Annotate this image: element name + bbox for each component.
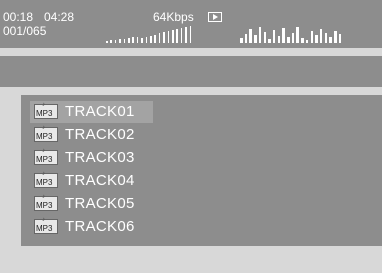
list-item[interactable]: MP3 TRACK04: [30, 170, 310, 192]
mp3-file-icon: MP3: [34, 217, 58, 234]
volume-meter-bar: [145, 36, 148, 43]
mp3-file-icon: MP3: [34, 125, 58, 142]
spectrum-bar: [277, 36, 281, 43]
volume-meter: [106, 25, 196, 43]
info-bar: [0, 56, 382, 87]
volume-meter-bar: [180, 27, 183, 43]
volume-meter-bar: [128, 38, 130, 43]
track-label: TRACK03: [65, 149, 135, 166]
volume-meter-bar: [185, 26, 187, 43]
separator: [0, 48, 382, 56]
volume-meter-bar: [110, 40, 112, 43]
volume-meter-bar: [154, 34, 156, 43]
mp3-file-icon: MP3: [34, 102, 58, 119]
mp3-file-icon: MP3: [34, 171, 58, 188]
spectrum-bar: [244, 34, 248, 43]
volume-meter-bar: [158, 33, 161, 43]
volume-meter-bar: [163, 32, 165, 43]
spectrum-bar: [282, 28, 285, 43]
track-label: TRACK01: [65, 103, 135, 120]
spectrum-bar: [329, 37, 332, 43]
spectrum-bar: [324, 33, 328, 43]
play-icon: [208, 12, 222, 22]
spectrum-bar: [315, 35, 318, 43]
spectrum-bar: [249, 29, 252, 43]
spectrum-bar: [272, 30, 276, 43]
spectrum-bar: [305, 40, 309, 43]
mp3-icon-label: MP3: [36, 109, 53, 118]
track-label: TRACK06: [65, 218, 135, 235]
spectrum-bar: [263, 32, 266, 43]
spectrum-bar: [268, 39, 271, 43]
volume-meter-bar: [167, 31, 170, 43]
volume-meter-bar: [114, 39, 117, 43]
volume-meter-bar: [172, 30, 174, 43]
spectrum-bar: [296, 27, 299, 43]
list-item[interactable]: MP3 TRACK01: [30, 101, 153, 123]
spectrum-bar: [291, 33, 295, 43]
mp3-icon-label: MP3: [36, 201, 53, 210]
track-label: TRACK04: [65, 172, 135, 189]
bitrate: 64Kbps: [153, 10, 194, 24]
track-label: TRACK02: [65, 126, 135, 143]
spectrum-bar: [240, 38, 243, 43]
volume-meter-bar: [141, 37, 143, 43]
volume-meter-bar: [150, 35, 152, 43]
volume-meter-bar: [176, 29, 178, 43]
spectrum-bar: [301, 38, 304, 43]
spectrum-bar: [338, 34, 342, 43]
total-time: 04:28: [44, 10, 75, 24]
list-item[interactable]: MP3 TRACK05: [30, 193, 310, 215]
volume-meter-bar: [106, 41, 108, 43]
mp3-icon-label: MP3: [36, 132, 53, 141]
list-item[interactable]: MP3 TRACK02: [30, 124, 310, 146]
mp3-icon-label: MP3: [36, 224, 53, 233]
track-label: TRACK05: [65, 195, 135, 212]
track-list: MP3 TRACK01 MP3 TRACK02 MP3 TRACK03 MP3 …: [21, 95, 382, 246]
spectrum-bar: [319, 29, 323, 43]
list-item[interactable]: MP3 TRACK03: [30, 147, 310, 169]
volume-meter-bar: [189, 25, 192, 43]
spectrum-bar: [310, 31, 313, 43]
status-bar: 00:18 04:28 64Kbps 001/065: [0, 0, 382, 48]
volume-meter-bar: [123, 38, 126, 43]
list-item[interactable]: MP3 TRACK06: [30, 216, 310, 238]
spectrum-meter: [240, 25, 344, 43]
mp3-icon-label: MP3: [36, 178, 53, 187]
track-counter: 001/065: [3, 24, 47, 38]
spectrum-bar: [287, 37, 290, 43]
mp3-file-icon: MP3: [34, 194, 58, 211]
mp3-icon-label: MP3: [36, 155, 53, 164]
spectrum-bar: [258, 27, 262, 43]
volume-meter-bar: [132, 37, 134, 43]
elapsed-time: 00:18: [3, 10, 34, 24]
volume-meter-bar: [136, 36, 139, 43]
mp3-file-icon: MP3: [34, 148, 58, 165]
volume-meter-bar: [119, 39, 121, 43]
spectrum-bar: [334, 31, 337, 43]
spectrum-bar: [254, 35, 257, 43]
